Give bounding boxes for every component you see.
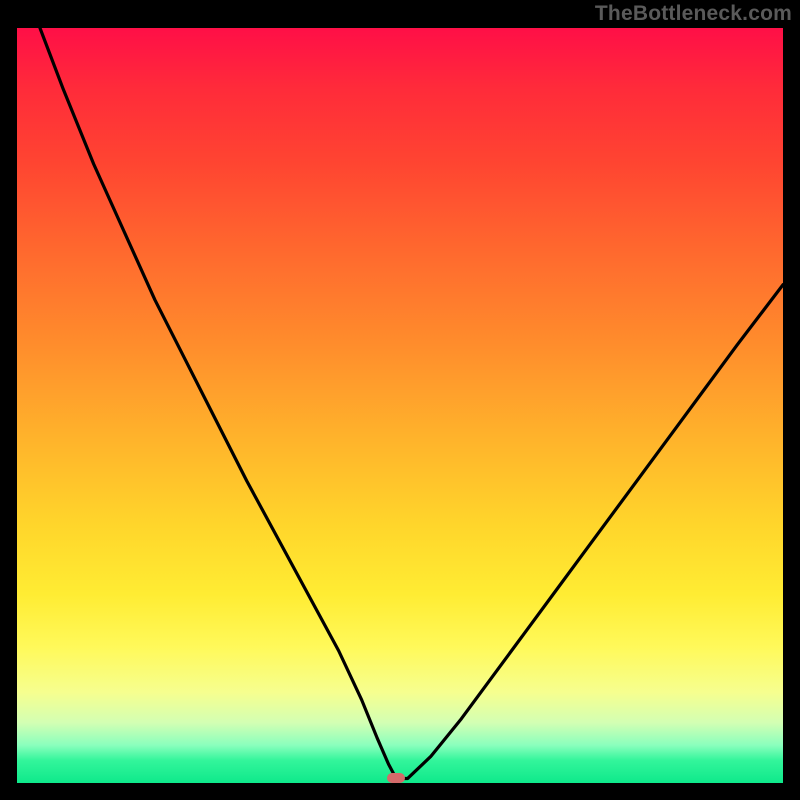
watermark-text: TheBottleneck.com bbox=[595, 2, 792, 26]
chart-frame: TheBottleneck.com bbox=[0, 0, 800, 800]
chart-plot-area bbox=[17, 28, 783, 783]
marker-dot bbox=[387, 773, 405, 783]
bottleneck-curve bbox=[17, 28, 783, 783]
